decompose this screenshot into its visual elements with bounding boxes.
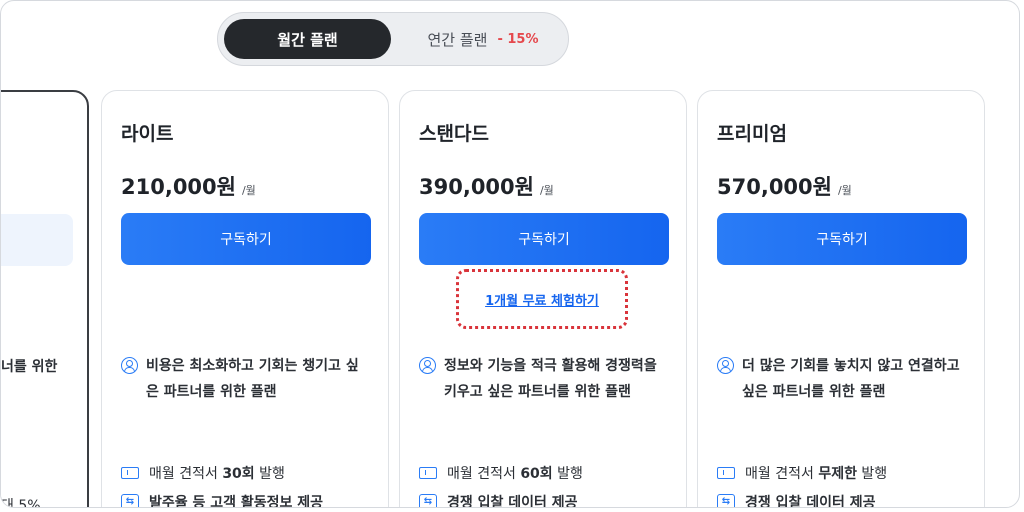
- price-amount: 570,000원: [717, 175, 832, 199]
- plan-description: 정보와 기능을 적극 활용해 경쟁력을 키우고 싶은 파트너를 위한 플랜: [419, 353, 669, 405]
- price-amount: 210,000원: [121, 175, 236, 199]
- plan-description: 더 많은 기회를 놓치지 않고 연결하고 싶은 파트너를 위한 플랜: [717, 353, 967, 405]
- partial-card-cta[interactable]: [1, 214, 73, 266]
- feature-quote-count: 매월 견적서 30회 발행: [121, 463, 285, 483]
- annual-plan-label: 연간 플랜: [427, 30, 488, 49]
- feature-text: 매월 견적서 무제한 발행: [745, 466, 888, 482]
- user-circle-icon: [717, 357, 734, 374]
- plan-name: 라이트: [121, 123, 174, 145]
- trial-highlight: 1개월 무료 체험하기: [456, 269, 628, 329]
- ticket-icon: [121, 467, 139, 479]
- plan-price: 570,000원 /월: [717, 171, 852, 201]
- plan-card-standard: 스탠다드 390,000원 /월 구독하기 1개월 무료 체험하기 정보와 기능…: [399, 90, 687, 508]
- feature-text: 경쟁 입찰 데이터 제공: [745, 495, 876, 508]
- annual-discount-badge: - 15%: [497, 31, 539, 47]
- partial-card-feature: 대 5%: [1, 498, 41, 508]
- feature-quote-count: 매월 견적서 무제한 발행: [717, 463, 887, 483]
- price-unit: /월: [539, 184, 554, 197]
- data-exchange-icon: ⇆: [419, 493, 437, 507]
- monthly-plan-toggle[interactable]: 월간 플랜: [224, 19, 391, 59]
- ticket-icon: [419, 467, 437, 479]
- price-amount: 390,000원: [419, 175, 534, 199]
- plan-price: 390,000원 /월: [419, 171, 554, 201]
- partial-card-desc: 너를 위한: [1, 359, 58, 375]
- user-circle-icon: [121, 357, 138, 374]
- subscribe-button[interactable]: 구독하기: [717, 213, 967, 265]
- plan-description-text: 더 많은 기회를 놓치지 않고 연결하고 싶은 파트너를 위한 플랜: [742, 358, 960, 400]
- price-unit: /월: [837, 184, 852, 197]
- free-trial-link[interactable]: 1개월 무료 체험하기: [485, 290, 599, 309]
- feature-text: 매월 견적서 30회 발행: [149, 466, 285, 482]
- data-exchange-icon: ⇆: [717, 493, 735, 507]
- subscribe-button[interactable]: 구독하기: [419, 213, 669, 265]
- subscribe-button[interactable]: 구독하기: [121, 213, 371, 265]
- plan-description: 비용은 최소화하고 기회는 챙기고 싶은 파트너를 위한 플랜: [121, 353, 371, 405]
- plan-card-partial: 너를 위한 대 5%: [1, 90, 89, 508]
- pricing-frame: 월간 플랜 연간 플랜 - 15% 너를 위한 대 5% 라이트 210,000…: [0, 0, 1020, 508]
- plan-card-premium: 프리미엄 570,000원 /월 구독하기 더 많은 기회를 놓치지 않고 연결…: [697, 90, 985, 508]
- plan-description-text: 정보와 기능을 적극 활용해 경쟁력을 키우고 싶은 파트너를 위한 플랜: [444, 358, 657, 400]
- plan-name: 스탠다드: [419, 123, 489, 145]
- ticket-icon: [717, 467, 735, 479]
- feature-quote-count: 매월 견적서 60회 발행: [419, 463, 583, 483]
- feature-data: ⇆ 경쟁 입찰 데이터 제공: [717, 492, 876, 508]
- price-unit: /월: [241, 184, 256, 197]
- plan-description-text: 비용은 최소화하고 기회는 챙기고 싶은 파트너를 위한 플랜: [146, 358, 359, 400]
- feature-data: ⇆ 경쟁 입찰 데이터 제공: [419, 492, 578, 508]
- feature-text: 발주율 등 고객 활동정보 제공: [149, 495, 324, 508]
- feature-text: 매월 견적서 60회 발행: [447, 466, 583, 482]
- data-exchange-icon: ⇆: [121, 493, 139, 507]
- billing-toggle: 월간 플랜 연간 플랜 - 15%: [217, 12, 569, 66]
- user-circle-icon: [419, 357, 436, 374]
- feature-text: 경쟁 입찰 데이터 제공: [447, 495, 578, 508]
- feature-data: ⇆ 발주율 등 고객 활동정보 제공: [121, 492, 324, 508]
- plan-name: 프리미엄: [717, 123, 787, 145]
- plan-card-lite: 라이트 210,000원 /월 구독하기 비용은 최소화하고 기회는 챙기고 싶…: [101, 90, 389, 508]
- plan-price: 210,000원 /월: [121, 171, 256, 201]
- annual-plan-toggle[interactable]: 연간 플랜 - 15%: [408, 19, 558, 59]
